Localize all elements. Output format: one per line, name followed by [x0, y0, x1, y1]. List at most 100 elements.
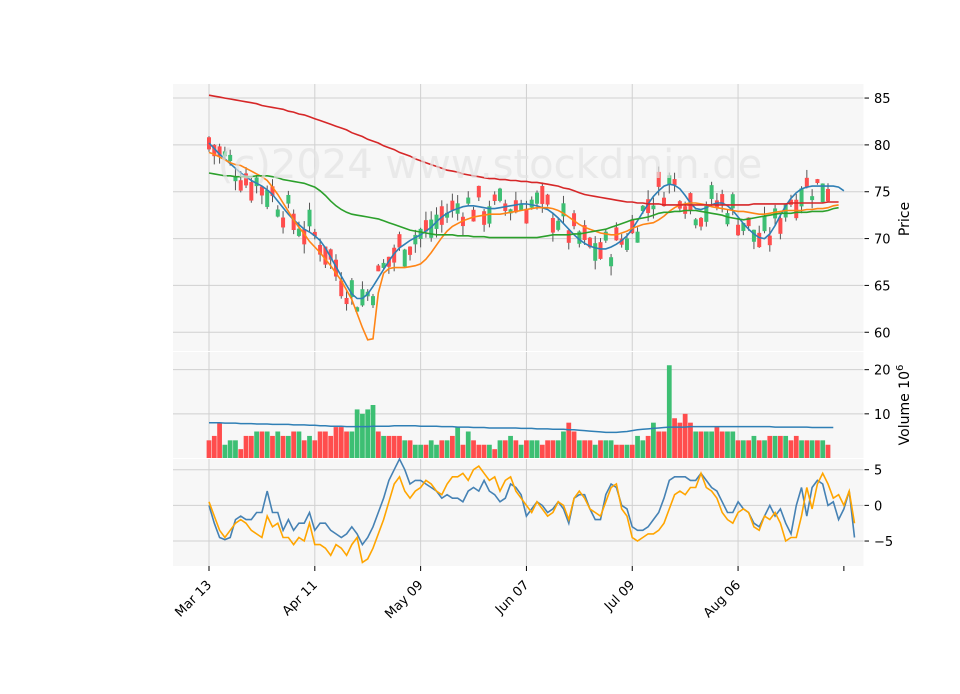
candle-body — [757, 232, 762, 248]
volume-bar — [243, 435, 249, 458]
volume-bar — [280, 435, 286, 458]
candle-body — [540, 185, 545, 204]
candle-body — [524, 208, 529, 224]
stock-chart: (c)2024 www.stockdmin.de Mar 13 Apr 11 May… — [0, 0, 960, 690]
volume-bar — [238, 449, 244, 458]
candle-body — [397, 234, 402, 248]
candle-body — [609, 257, 614, 267]
volume-bar — [323, 431, 328, 458]
volume-bar — [211, 435, 217, 458]
volume-bar — [296, 431, 302, 458]
price-y-tick-label: 85 — [874, 92, 891, 107]
volume-bar — [259, 431, 265, 458]
volume-bar — [825, 444, 831, 458]
volume-bar — [778, 435, 783, 458]
candle-body — [810, 196, 815, 201]
volume-bar — [809, 440, 815, 458]
volume-bar — [767, 435, 773, 458]
volume-bar — [539, 444, 545, 458]
volume-bar — [365, 409, 371, 458]
volume-bar — [349, 431, 355, 458]
volume-bar — [751, 435, 757, 458]
volume-bar — [799, 440, 804, 458]
volume-bar — [434, 444, 439, 458]
volume-bar — [582, 440, 588, 458]
candle-body — [566, 230, 571, 243]
volume-bar — [307, 435, 312, 458]
candle-body — [450, 200, 455, 211]
volume-bar — [412, 444, 418, 458]
volume-y-tick-label: 10 — [874, 408, 891, 423]
candle-body — [598, 242, 603, 259]
volume-bar — [227, 440, 233, 458]
volume-bar — [804, 440, 810, 458]
volume-bar — [449, 435, 455, 458]
volume-bar — [608, 440, 614, 458]
volume-bar — [333, 427, 339, 458]
candle-body — [826, 188, 830, 202]
price-y-tick-label: 75 — [874, 186, 891, 201]
candle-body — [699, 217, 704, 227]
candle-body — [556, 220, 561, 230]
volume-bar — [397, 435, 402, 458]
volume-bar — [264, 431, 270, 458]
volume-bar — [756, 440, 762, 458]
volume-bar — [492, 449, 498, 458]
volume-bar — [555, 440, 561, 458]
osc-y-tick-label: −5 — [874, 535, 893, 550]
volume-bar — [254, 431, 259, 458]
candle-body — [286, 194, 291, 204]
candle-body — [593, 243, 598, 261]
volume-bar — [301, 440, 307, 458]
volume-bar — [508, 435, 513, 458]
volume-bar — [672, 418, 677, 458]
candle-body — [767, 235, 772, 246]
volume-bar — [746, 440, 752, 458]
x-tick-label: Apr 11 — [280, 578, 321, 619]
volume-bar — [788, 440, 794, 458]
volume-bar — [481, 444, 487, 458]
candle-body — [725, 213, 730, 225]
volume-bar — [524, 440, 529, 458]
volume-bar — [487, 444, 492, 458]
candle-body — [466, 197, 471, 204]
volume-bar — [465, 431, 471, 458]
volume-bar — [312, 440, 318, 458]
price-axis-label: Price — [897, 202, 913, 236]
watermark: (c)2024 www.stockdmin.de — [218, 142, 763, 188]
candle-body — [778, 218, 783, 234]
x-tick-label: Jul 09 — [601, 578, 638, 615]
candle-body — [482, 211, 487, 225]
volume-bar — [725, 431, 730, 458]
volume-bar — [719, 431, 725, 458]
candle-body — [545, 194, 550, 205]
volume-bar — [375, 431, 381, 458]
volume-bar — [762, 440, 767, 458]
volume-bar — [735, 440, 741, 458]
candle-body — [275, 209, 280, 217]
volume-bar — [444, 440, 450, 458]
candle-body — [635, 231, 640, 243]
volume-bar — [338, 427, 344, 458]
volume-bar — [613, 444, 619, 458]
volume-bar — [666, 365, 672, 458]
volume-bar — [698, 431, 704, 458]
volume-axis-label-text: Volume 10 — [897, 371, 913, 445]
candle-body — [402, 249, 407, 267]
volume-bar — [291, 431, 297, 458]
volume-bar — [629, 444, 635, 458]
x-tick-label: Aug 06 — [701, 578, 744, 621]
volume-y-tick-label: 20 — [874, 364, 891, 379]
candle-body — [307, 209, 312, 227]
volume-bar — [317, 431, 323, 458]
volume-bar — [645, 435, 651, 458]
price-y-tick-label: 70 — [874, 233, 891, 248]
volume-bar — [344, 431, 349, 458]
volume-bar — [270, 435, 275, 458]
candle-body — [651, 205, 656, 210]
volume-bar — [418, 444, 424, 458]
candle-body — [550, 217, 555, 233]
candle-body — [281, 217, 286, 228]
volume-bar — [635, 435, 640, 458]
volume-bar — [360, 413, 365, 458]
